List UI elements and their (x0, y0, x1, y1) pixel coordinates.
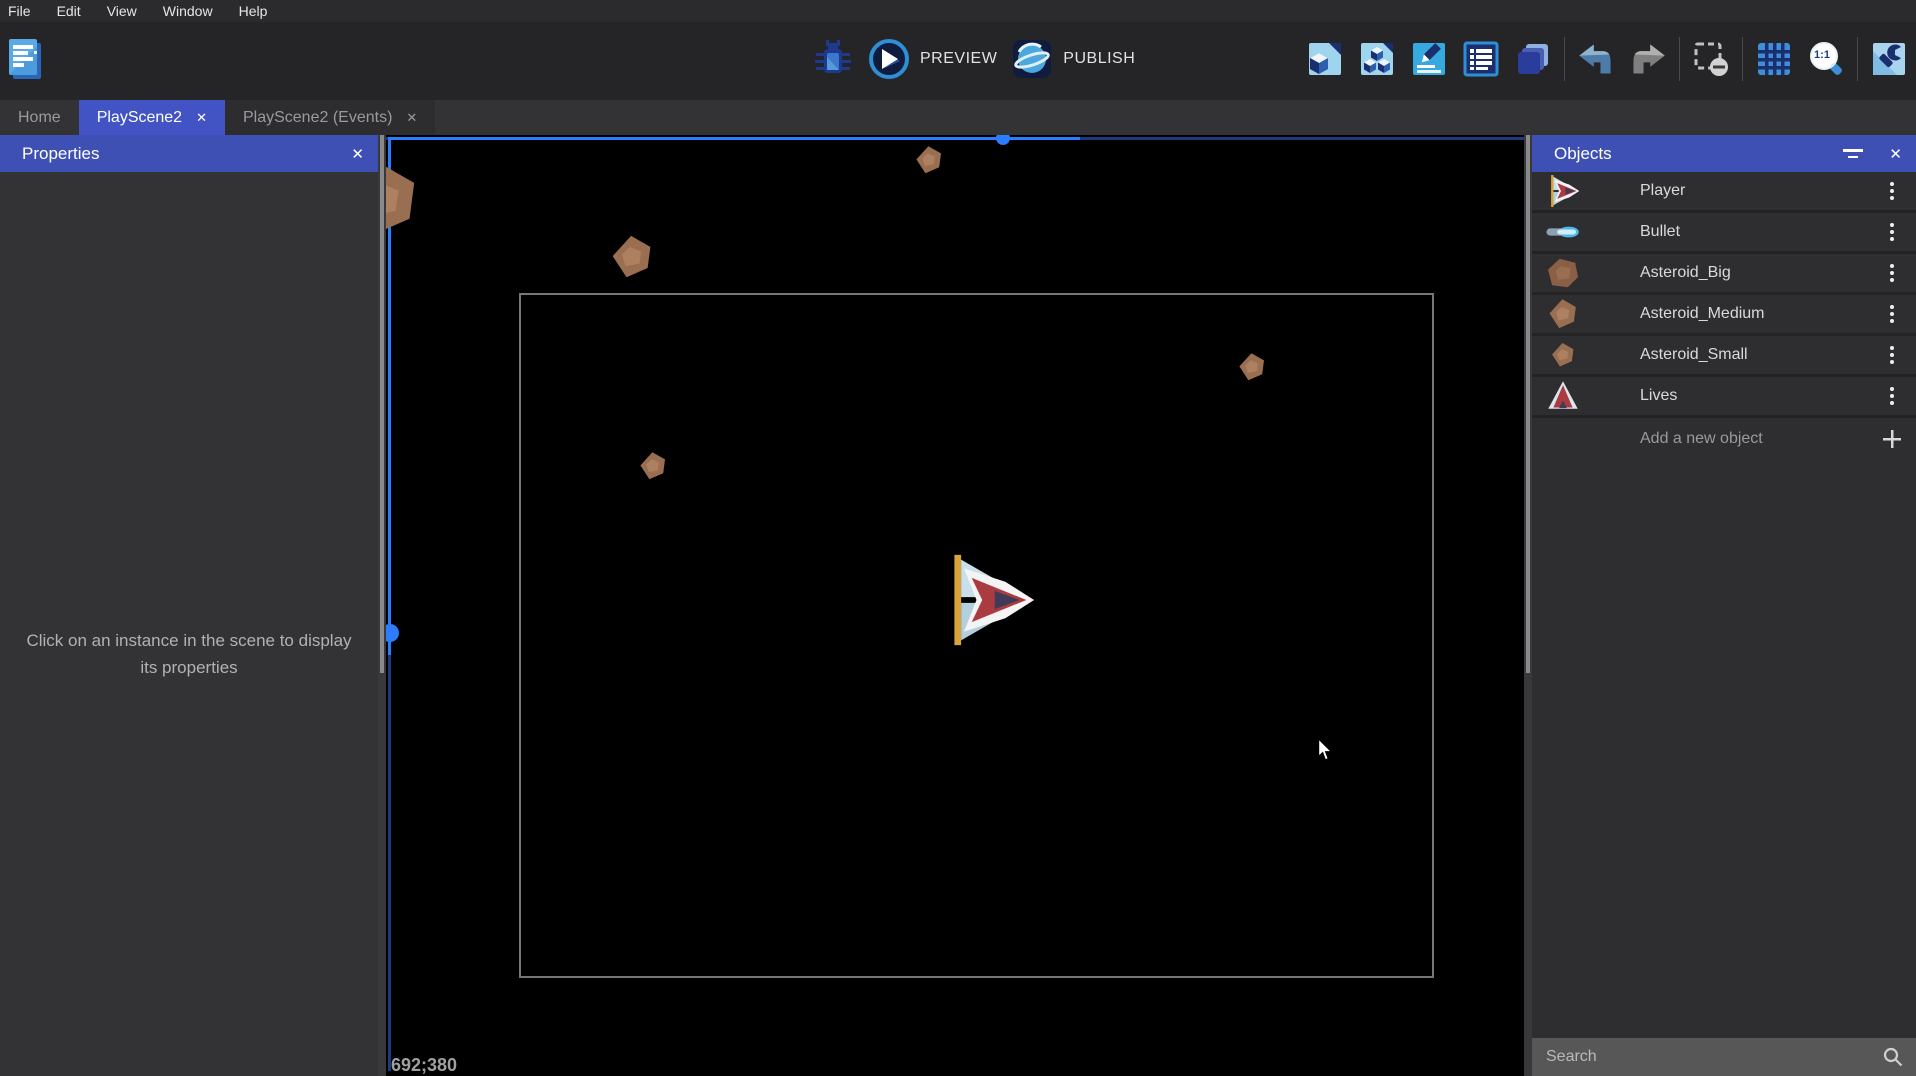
add-object-label: Add a new object (1594, 430, 1868, 448)
toolbar-separator (1564, 37, 1565, 81)
object-row-asteroid-medium[interactable]: Asteroid_Medium (1532, 295, 1916, 336)
object-name: Player (1594, 182, 1868, 200)
objects-panel: Objects ✕ Player (1532, 135, 1916, 1076)
preview-button[interactable]: PREVIEW (868, 38, 997, 80)
tab-playscene2-events[interactable]: PlayScene2 (Events) ✕ (225, 100, 435, 135)
tab-playscene2-close-icon[interactable]: ✕ (196, 110, 207, 126)
properties-panel-title: Properties (22, 144, 99, 164)
tab-playscene2[interactable]: PlayScene2 ✕ (79, 100, 225, 135)
object-row-asteroid-big[interactable]: Asteroid_Big (1532, 254, 1916, 295)
tab-bar: Home PlayScene2 ✕ PlayScene2 (Events) ✕ (0, 100, 1916, 135)
object-menu-icon[interactable] (1886, 260, 1898, 286)
menu-edit[interactable]: Edit (57, 3, 81, 19)
asteroid-medium-icon (1547, 298, 1579, 330)
cursor-coordinates: 692;380 (391, 1055, 457, 1076)
preview-label: PREVIEW (920, 50, 997, 68)
object-menu-icon[interactable] (1886, 301, 1898, 327)
properties-panel: Properties ✕ Click on an instance in the… (0, 135, 378, 1076)
layers-icon[interactable] (1512, 36, 1554, 82)
undo-icon[interactable] (1575, 36, 1617, 82)
menu-file[interactable]: File (8, 3, 31, 19)
mouse-cursor (1317, 739, 1333, 761)
publish-globe-icon (1011, 38, 1053, 80)
project-manager-icon[interactable] (8, 38, 44, 87)
asteroid-instance[interactable] (609, 234, 655, 280)
object-menu-icon[interactable] (1886, 383, 1898, 409)
add-object-button[interactable]: Add a new object (1532, 418, 1916, 459)
object-row-asteroid-small[interactable]: Asteroid_Small (1532, 336, 1916, 377)
properties-empty-message: Click on an instance in the scene to dis… (20, 627, 358, 681)
asteroid-big-icon (1546, 256, 1580, 290)
deselect-all-icon[interactable] (1690, 36, 1732, 82)
right-splitter[interactable] (1524, 135, 1532, 1076)
left-scrollbar-thumb[interactable] (380, 135, 384, 673)
search-icon[interactable] (1882, 1046, 1904, 1068)
menu-bar: File Edit View Window Help (0, 0, 1916, 22)
filter-icon[interactable] (1843, 149, 1863, 158)
menu-window[interactable]: Window (163, 3, 213, 19)
toolbar-separator (1857, 37, 1858, 81)
object-row-player[interactable]: Player (1532, 172, 1916, 213)
object-name: Asteroid_Small (1594, 346, 1868, 364)
bullet-icon (1545, 224, 1581, 240)
asteroid-instance[interactable] (914, 145, 944, 175)
object-name: Asteroid_Medium (1594, 305, 1868, 323)
player-ship-instance[interactable] (940, 552, 1036, 648)
right-scrollbar-thumb[interactable] (1526, 135, 1530, 673)
objects-search-bar (1532, 1038, 1916, 1076)
object-row-lives[interactable]: Lives (1532, 377, 1916, 418)
properties-close-icon[interactable]: ✕ (351, 145, 364, 163)
toolbar-separator (1742, 37, 1743, 81)
instances-list-icon[interactable] (1460, 36, 1502, 82)
search-input[interactable] (1546, 1048, 1882, 1066)
tab-home-label: Home (18, 109, 61, 127)
publish-button[interactable]: PUBLISH (1011, 38, 1135, 80)
object-name: Bullet (1594, 223, 1868, 241)
main-area: Properties ✕ Click on an instance in the… (0, 135, 1916, 1076)
object-menu-icon[interactable] (1886, 219, 1898, 245)
menu-view[interactable]: View (107, 3, 137, 19)
properties-panel-body: Click on an instance in the scene to dis… (0, 172, 378, 1076)
plus-icon (1881, 428, 1903, 450)
redo-icon[interactable] (1627, 36, 1669, 82)
selection-handle-top[interactable] (996, 135, 1010, 145)
object-name: Asteroid_Big (1594, 264, 1868, 282)
objects-close-icon[interactable]: ✕ (1889, 145, 1902, 163)
objects-list: Player Bullet (1532, 172, 1916, 1038)
publish-label: PUBLISH (1063, 50, 1135, 68)
toolbar-separator (1679, 37, 1680, 81)
tab-playscene2-events-label: PlayScene2 (Events) (243, 109, 392, 127)
tab-playscene2-events-close-icon[interactable]: ✕ (406, 110, 417, 126)
main-toolbar: PREVIEW PUBLISH (0, 22, 1916, 100)
asteroid-instance[interactable] (638, 451, 668, 481)
left-splitter[interactable] (378, 135, 386, 1076)
objects-panel-title: Objects (1554, 144, 1612, 164)
object-groups-icon[interactable] (1356, 36, 1398, 82)
debugger-bug-icon[interactable] (812, 36, 854, 82)
selection-top-edge (388, 137, 1080, 140)
scene-canvas[interactable]: 692;380 (386, 135, 1524, 1076)
asteroid-small-icon (1550, 342, 1576, 368)
asteroid-instance[interactable] (386, 161, 422, 239)
preview-play-icon (868, 38, 910, 80)
asteroid-instance[interactable] (1237, 352, 1267, 382)
object-name: Lives (1594, 387, 1868, 405)
menu-help[interactable]: Help (239, 3, 268, 19)
properties-edit-icon[interactable] (1408, 36, 1450, 82)
setup-wrench-icon[interactable] (1868, 36, 1910, 82)
lives-ship-icon (1547, 380, 1579, 412)
grid-icon[interactable] (1753, 36, 1795, 82)
objects-list-icon[interactable] (1304, 36, 1346, 82)
object-menu-icon[interactable] (1886, 342, 1898, 368)
objects-panel-header: Objects ✕ (1532, 135, 1916, 172)
zoom-one-to-one-label: 1:1 (1808, 49, 1836, 61)
selection-handle-left[interactable] (386, 624, 399, 642)
properties-panel-header: Properties ✕ (0, 135, 378, 172)
zoom-one-to-one-icon[interactable]: 1:1 (1805, 36, 1847, 82)
tab-home[interactable]: Home (0, 100, 79, 135)
player-ship-icon (1546, 174, 1580, 208)
tab-playscene2-label: PlayScene2 (97, 109, 182, 127)
object-menu-icon[interactable] (1886, 178, 1898, 204)
object-row-bullet[interactable]: Bullet (1532, 213, 1916, 254)
